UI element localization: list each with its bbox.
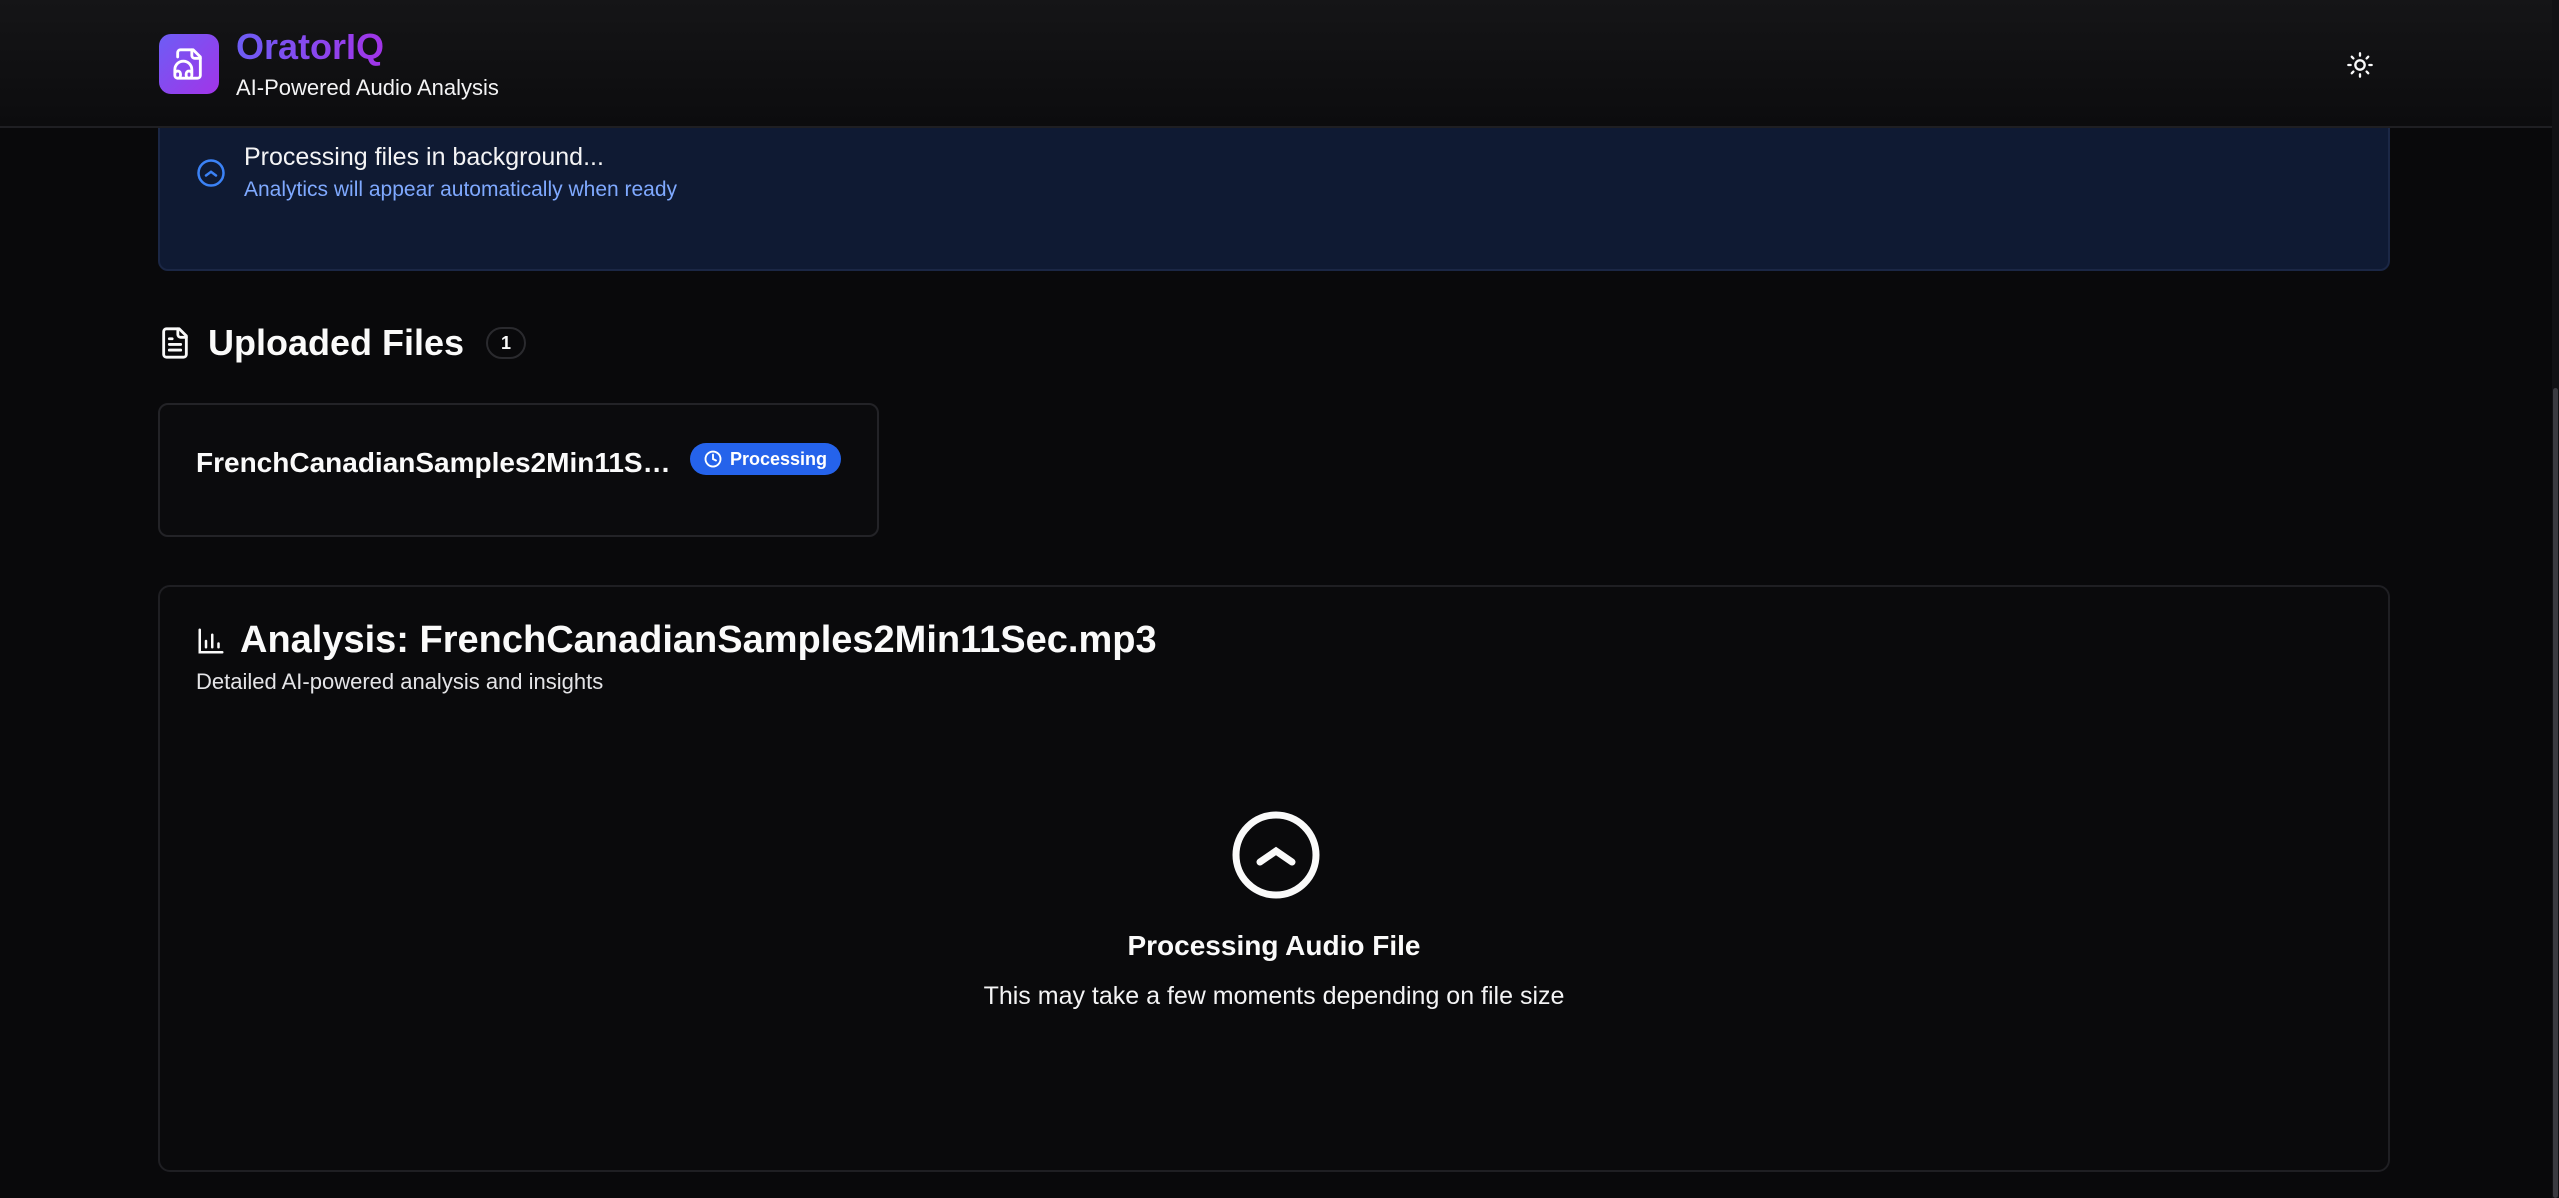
analysis-card: Analysis: FrenchCanadianSamples2Min11Sec… [158, 585, 2390, 1172]
file-card[interactable]: FrenchCanadianSamples2Min11Sec.mp3 Proce… [158, 403, 879, 537]
sun-icon [2347, 52, 2373, 78]
file-count-badge: 1 [486, 327, 527, 359]
analysis-subtitle: Detailed AI-powered analysis and insight… [196, 669, 604, 694]
processing-subtitle: This may take a few moments depending on… [983, 982, 1565, 1010]
processing-title: Processing Audio File [1127, 930, 1421, 961]
app-name: OratorIQ [236, 26, 385, 67]
page-scrollbar[interactable] [2552, 0, 2559, 1198]
loader-icon [197, 159, 225, 187]
analysis-title: Analysis: FrenchCanadianSamples2Min11Sec… [240, 619, 1157, 661]
audio-file-headphones-icon [173, 48, 202, 80]
app-header: OratorIQ AI-Powered Audio Analysis [0, 0, 2552, 128]
clock-icon [704, 450, 722, 468]
logo[interactable] [159, 34, 219, 94]
analysis-heading: Analysis: FrenchCanadianSamples2Min11Sec… [196, 619, 1157, 662]
bar-chart-icon [198, 628, 224, 653]
status-badge: Processing [690, 443, 842, 475]
uploaded-files-title: Uploaded Files [208, 322, 465, 363]
page: OratorIQ AI-Powered Audio Analysis Proce… [0, 0, 2559, 1198]
scrollbar-thumb[interactable] [2553, 388, 2558, 1198]
uploaded-files-heading: Uploaded Files 1 [158, 322, 527, 364]
processing-banner: Processing files in background... Analyt… [158, 110, 2390, 271]
banner-title: Processing files in background... [244, 143, 604, 171]
theme-toggle-button[interactable] [2340, 48, 2380, 82]
app-tagline: AI-Powered Audio Analysis [236, 75, 499, 100]
spinner-icon [1232, 811, 1320, 899]
banner-subtitle: Analytics will appear automatically when… [244, 178, 678, 201]
file-name: FrenchCanadianSamples2Min11Sec.mp3 [196, 447, 672, 478]
file-text-icon [162, 327, 188, 359]
status-label: Processing [730, 448, 828, 469]
